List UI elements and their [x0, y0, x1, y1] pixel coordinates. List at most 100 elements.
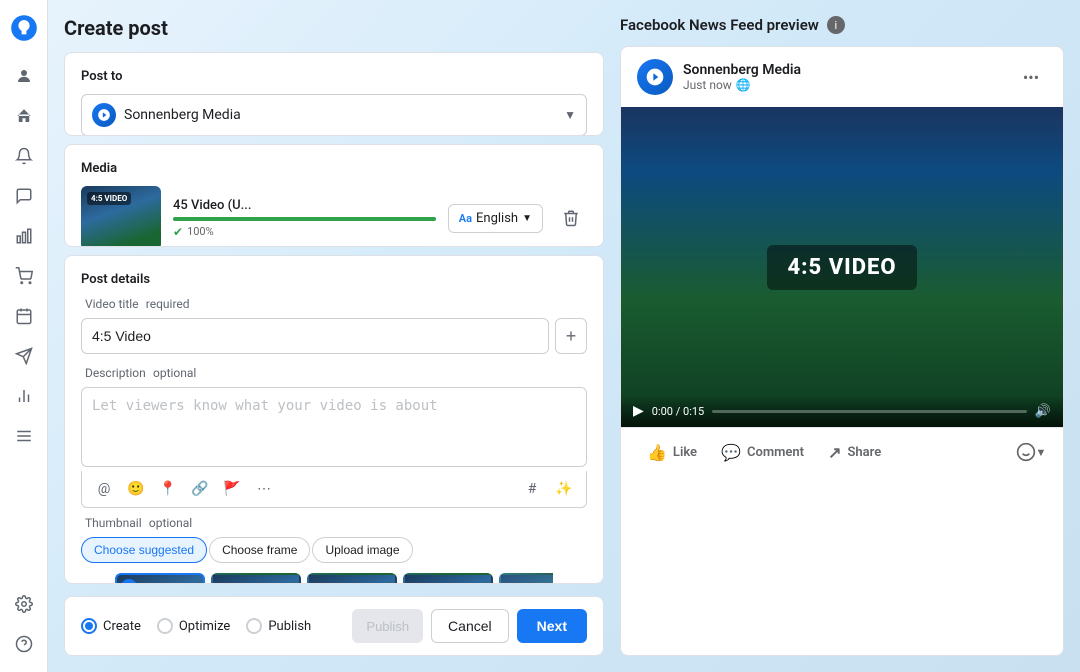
menu-nav-icon[interactable] — [8, 420, 40, 452]
share-icon: ↗ — [828, 443, 841, 462]
post-to-avatar — [92, 103, 116, 127]
tab-choose-frame[interactable]: Choose frame — [209, 537, 310, 563]
media-item: 4:5 VIDEO 45 Video (U... ✔ 100% Aa — [81, 186, 587, 247]
like-icon: 👍 — [647, 443, 667, 462]
mode-optimize[interactable]: Optimize — [157, 618, 230, 634]
emoji-icon[interactable]: 🙂 — [124, 477, 148, 501]
publish-radio-outer — [246, 618, 262, 634]
next-button[interactable]: Next — [517, 609, 587, 643]
fb-post-header: Sonnenberg Media Just now 🌐 ••• — [621, 47, 1063, 107]
fb-share-button[interactable]: ↗ Share — [818, 436, 891, 468]
fb-page-name: Sonnenberg Media — [683, 62, 1005, 78]
mode-publish[interactable]: Publish — [246, 618, 311, 634]
fb-play-button[interactable]: ▶ — [633, 403, 644, 419]
description-textarea[interactable] — [81, 387, 587, 467]
megaphone-nav-icon[interactable] — [8, 340, 40, 372]
mention-icon[interactable]: @ — [92, 477, 116, 501]
bottom-toolbar: Create Optimize Publish Publish Cancel N… — [64, 596, 604, 656]
meta-logo — [8, 12, 40, 44]
thumbnail-carousel: ‹ ✓ 4:5 VIDEO 4:5 VIDEO 4:5 VIDEO — [81, 573, 587, 584]
info-icon[interactable]: i — [827, 16, 845, 34]
media-filename: 45 Video (U... — [173, 198, 436, 213]
publish-mode-label: Publish — [268, 619, 311, 634]
sparkle-icon[interactable]: ✨ — [552, 477, 576, 501]
stats-nav-icon[interactable] — [8, 220, 40, 252]
comment-label: Comment — [747, 445, 804, 460]
help-nav-icon[interactable] — [8, 628, 40, 660]
text-icon: Aa — [459, 212, 472, 225]
main-content: Create post Post to Sonnenberg Media ▼ M… — [48, 0, 1080, 672]
comment-icon: 💬 — [721, 443, 741, 462]
cart-nav-icon[interactable] — [8, 260, 40, 292]
link-icon[interactable]: 🔗 — [188, 477, 212, 501]
home-nav-icon[interactable] — [8, 100, 40, 132]
dropdown-arrow-icon: ▼ — [564, 108, 576, 122]
fb-post-actions: ••• — [1015, 61, 1047, 93]
create-radio-inner — [85, 622, 93, 630]
language-label: English — [476, 211, 518, 226]
location-icon[interactable]: 📍 — [156, 477, 180, 501]
tab-choose-suggested[interactable]: Choose suggested — [81, 537, 207, 563]
fb-progress-bar[interactable] — [712, 410, 1027, 413]
thumbnail-image-3[interactable]: 4:5 VIDEO — [403, 573, 493, 584]
share-label: Share — [847, 445, 881, 460]
thumbnail-image-2[interactable]: 4:5 VIDEO — [307, 573, 397, 584]
fb-post-meta: Sonnenberg Media Just now 🌐 — [683, 62, 1005, 92]
analytics-nav-icon[interactable] — [8, 380, 40, 412]
like-label: Like — [673, 445, 697, 460]
thumbnail-field-label: Thumbnail optional — [81, 516, 587, 531]
video-title-add-button[interactable]: + — [555, 318, 587, 354]
fb-more-options-button[interactable]: ••• — [1015, 61, 1047, 93]
thumbnail-image-1[interactable]: 4:5 VIDEO — [211, 573, 301, 584]
lang-dropdown-arrow-icon: ▼ — [522, 213, 532, 224]
optimize-label: Optimize — [179, 619, 230, 634]
video-title-field-label: Video title required — [81, 297, 587, 312]
left-panel: Create post Post to Sonnenberg Media ▼ M… — [64, 16, 604, 656]
selected-check-icon: ✓ — [121, 579, 137, 584]
optimize-radio-outer — [157, 618, 173, 634]
thumbnail-image-4[interactable]: 4:5 VIDEO — [499, 573, 553, 584]
post-to-dropdown[interactable]: Sonnenberg Media ▼ — [81, 94, 587, 136]
settings-nav-icon[interactable] — [8, 588, 40, 620]
post-details-label: Post details — [81, 272, 587, 287]
fb-comment-button[interactable]: 💬 Comment — [711, 436, 814, 468]
fb-reaction-button[interactable]: ▼ — [1015, 436, 1047, 468]
mode-create[interactable]: Create — [81, 618, 141, 634]
calendar-nav-icon[interactable] — [8, 300, 40, 332]
preview-header: Facebook News Feed preview i — [620, 16, 1064, 34]
media-delete-button[interactable] — [555, 202, 587, 234]
post-details-card: Post details Video title required + Desc… — [64, 255, 604, 584]
fb-volume-button[interactable]: 🔊 — [1035, 404, 1051, 419]
fb-action-bar: 👍 Like 💬 Comment ↗ Share ▼ — [621, 427, 1063, 476]
avatar-nav-icon[interactable] — [8, 60, 40, 92]
fb-post-time: Just now 🌐 — [683, 78, 1005, 92]
cancel-button[interactable]: Cancel — [431, 609, 509, 643]
preview-title: Facebook News Feed preview — [620, 16, 819, 34]
publish-button[interactable]: Publish — [352, 609, 423, 643]
media-info: 45 Video (U... ✔ 100% — [173, 198, 436, 239]
page-title: Create post — [64, 16, 604, 40]
fb-video-label: 4:5 VIDEO — [767, 245, 916, 290]
fb-video-time: 0:00 / 0:15 — [652, 405, 704, 418]
textarea-right-icons: # ✨ — [520, 477, 576, 501]
right-panel: Facebook News Feed preview i Sonnenberg … — [620, 16, 1064, 656]
post-details-section: Post details Video title required + Desc… — [65, 256, 603, 584]
more-icon[interactable]: ⋯ — [252, 477, 276, 501]
video-title-input[interactable] — [81, 318, 549, 354]
chat-nav-icon[interactable] — [8, 180, 40, 212]
fb-video-container: 4:5 VIDEO ▶ 0:00 / 0:15 🔊 — [621, 107, 1063, 427]
media-card: Media 4:5 VIDEO 45 Video (U... ✔ 100% — [64, 144, 604, 247]
hashtag-icon[interactable]: # — [520, 477, 544, 501]
sidebar — [0, 0, 48, 672]
thumbnail-tabs: Choose suggested Choose frame Upload ima… — [81, 537, 587, 563]
tab-upload-image[interactable]: Upload image — [312, 537, 412, 563]
post-to-section: Post to Sonnenberg Media ▼ — [65, 53, 603, 136]
bell-nav-icon[interactable] — [8, 140, 40, 172]
fb-like-button[interactable]: 👍 Like — [637, 436, 707, 468]
flag-icon[interactable]: 🚩 — [220, 477, 244, 501]
media-label: Media — [81, 161, 587, 176]
media-thumbnail: 4:5 VIDEO — [81, 186, 161, 247]
description-field-label: Description optional — [81, 366, 587, 381]
thumbnail-image-0[interactable]: ✓ 4:5 VIDEO — [115, 573, 205, 584]
language-selector[interactable]: Aa English ▼ — [448, 204, 543, 233]
